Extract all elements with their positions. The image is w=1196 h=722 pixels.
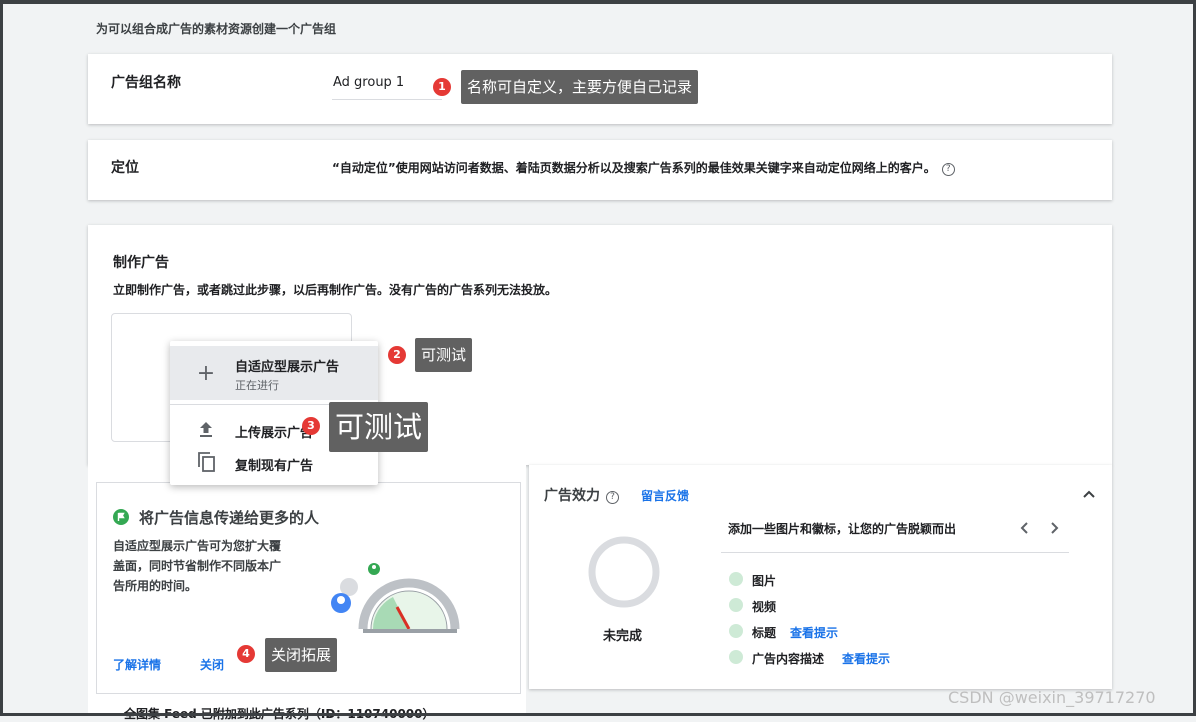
upload-icon [200,422,212,437]
annotation-tooltip-2: 可测试 [415,338,473,372]
chevron-up-icon[interactable] [1082,487,1096,501]
reach-gauge-illustration [331,563,460,633]
targeting-label: 定位 [111,160,139,176]
page-title: 为可以组合成广告的素材资源创建一个广告组 [96,22,337,36]
ad-effectiveness-panel: 广告效力? 留言反馈 未完成 添加一些图片和徽标，让您的广告脱颖而出 图片 视频… [529,465,1112,689]
checklist-item-videos: 视频 [752,600,777,614]
promo-title: 将广告信息传递给更多的人 [139,509,320,527]
effect-status: 未完成 [603,629,643,644]
checklist-dot [729,650,743,664]
promo-body-line-2: 盖面，同时节省制作不同版本广 [113,559,282,573]
annotation-badge-3: 3 [302,417,320,435]
annotation-badge-1: 1 [433,78,451,96]
targeting-description: “自动定位”使用网站访问者数据、着陆页数据分析以及搜索广告系列的最佳效果关键字来… [332,159,955,176]
menu-item-label: 复制现有广告 [235,459,314,474]
checklist-item-headlines: 标题 [752,626,777,640]
flag-icon [113,509,129,525]
progress-ring [588,536,660,608]
checklist-dot [729,598,743,612]
watermark: CSDN @weixin_39717270 [948,688,1156,707]
checklist-item-descriptions: 广告内容描述 [752,652,825,666]
help-icon[interactable]: ? [606,491,619,504]
ad-group-input-underline [332,99,442,100]
annotation-tooltip-3: 可测试 [329,402,429,452]
copy-icon [198,452,215,472]
annotation-tooltip-1: 名称可自定义，主要方便自己记录 [461,70,699,104]
menu-item-responsive-ad[interactable]: + 自适应型展示广告 正在进行 [170,346,378,400]
ad-effectiveness-title: 广告效力? [544,485,619,505]
menu-item-label: 自适应型展示广告 [235,360,340,375]
ad-group-name-input[interactable]: Ad group 1 [333,75,404,90]
effect-title-text: 广告效力 [544,488,600,504]
annotation-tooltip-4: 关闭拓展 [265,638,338,672]
menu-item-copy-ad[interactable]: 复制现有广告 [170,448,378,478]
close-promo-link[interactable]: 关闭 [200,656,224,673]
left-window-edge [0,0,3,716]
create-ad-subtitle: 立即制作广告，或者跳过此步骤，以后再制作广告。没有广告的广告系列无法投放。 [113,283,558,297]
plus-icon: + [196,361,216,386]
checklist-dot [729,624,743,638]
targeting-card: 定位 “自动定位”使用网站访问者数据、着陆页数据分析以及搜索广告系列的最佳效果关… [88,140,1112,200]
ad-group-label: 广告组名称 [111,75,181,91]
top-window-edge [0,0,1196,4]
annotation-badge-2: 2 [388,346,406,364]
chevron-left-icon[interactable] [1019,521,1031,535]
view-tips-link[interactable]: 查看提示 [790,624,838,641]
create-ad-title: 制作广告 [113,255,169,271]
feedback-link[interactable]: 留言反馈 [641,487,689,504]
chevron-right-icon[interactable] [1048,521,1060,535]
effect-hint: 添加一些图片和徽标，让您的广告脱颖而出 [728,522,957,536]
promo-body-line-3: 告所用的时间。 [113,579,198,593]
targeting-text: “自动定位”使用网站访问者数据、着陆页数据分析以及搜索广告系列的最佳效果关键字来… [332,161,936,175]
help-icon[interactable]: ? [941,163,955,176]
promo-body-line-1: 自适应型展示广告可为您扩大覆 [113,539,282,553]
checklist-dot [729,572,743,586]
menu-item-status: 正在进行 [235,379,279,392]
hint-divider [721,552,1069,553]
annotation-badge-4: 4 [237,645,255,663]
view-tips-link[interactable]: 查看提示 [842,650,890,667]
checklist-item-images: 图片 [752,574,777,588]
learn-more-link[interactable]: 了解详情 [113,656,161,673]
